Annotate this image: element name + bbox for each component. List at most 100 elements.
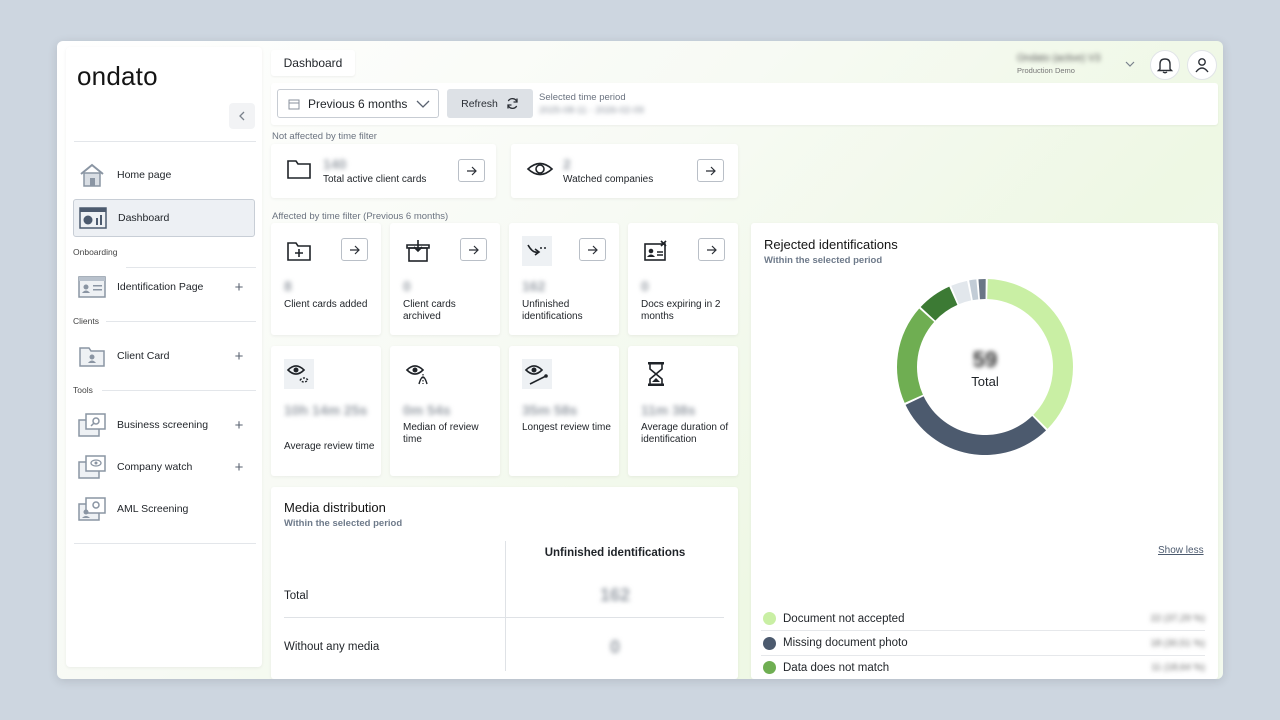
unfinished-icon — [522, 236, 552, 266]
refresh-button[interactable]: Refresh — [447, 89, 533, 118]
time-filter-bar: Previous 6 months Refresh Selected time … — [271, 83, 1218, 125]
average-review-time-card: 10h 14m 25s Average review time — [271, 346, 381, 476]
client-cards-archived-label: Client cards archived — [403, 299, 456, 322]
section-title-clients: Clients — [73, 316, 99, 326]
folder-plus-icon — [284, 236, 314, 266]
arrow-right-icon — [705, 166, 716, 175]
add-business-screening-button[interactable]: + — [229, 417, 249, 434]
open-client-cards-archived-button[interactable] — [460, 238, 487, 261]
sidebar-divider — [74, 141, 256, 142]
sidebar-collapse-button[interactable] — [229, 103, 255, 129]
sidebar-item-label: AML Screening — [117, 503, 189, 515]
donut-center: 59 Total — [945, 347, 1025, 389]
sidebar-item-dashboard[interactable]: Dashboard — [73, 199, 255, 237]
average-review-time-value: 10h 14m 25s — [284, 402, 368, 418]
open-client-cards-added-button[interactable] — [341, 238, 368, 261]
chevron-left-icon — [239, 111, 245, 121]
refresh-icon — [507, 98, 518, 109]
legend-color-dot — [763, 636, 776, 650]
arrow-right-icon — [706, 245, 717, 254]
open-watched-companies-button[interactable] — [697, 159, 724, 182]
donut-slice[interactable] — [905, 396, 1047, 455]
average-identification-duration-label: Average duration of identification — [641, 422, 729, 445]
sidebar-item-home[interactable]: Home page — [73, 156, 255, 194]
sidebar-item-label: Identification Page — [117, 281, 204, 293]
sidebar-item-client-card[interactable]: Client Card + — [73, 337, 255, 375]
doc-expiring-icon — [641, 236, 671, 266]
donut-slice[interactable] — [969, 279, 979, 301]
open-docs-expiring-button[interactable] — [698, 238, 725, 261]
media-row-without-media-value: 0 — [609, 637, 620, 657]
longest-review-time-card: 35m 58s Longest review time — [509, 346, 619, 476]
sidebar: ondato Home page Dashboard Onboarding Id… — [66, 47, 262, 667]
legend-label: Document not accepted — [783, 612, 905, 625]
user-icon — [1195, 58, 1209, 73]
id-page-icon — [77, 274, 107, 300]
arrow-right-icon — [349, 245, 360, 254]
add-client-card-button[interactable]: + — [229, 348, 249, 365]
sidebar-divider — [106, 321, 256, 322]
client-cards-added-label: Client cards added — [284, 299, 368, 310]
ondato-logo[interactable]: ondato — [77, 61, 158, 92]
sidebar-item-company-watch[interactable]: Company watch + — [73, 448, 255, 486]
period-select-value: Previous 6 months — [308, 96, 408, 111]
account-switcher[interactable]: Ondato (active) V3 Production Demo — [1017, 53, 1137, 81]
unfinished-identifications-card: 162 Unfinished identifications — [509, 223, 619, 335]
rejected-identifications-subtitle: Within the selected period — [764, 255, 883, 266]
media-row-total-value: 162 — [599, 585, 631, 605]
watched-companies-label: Watched companies — [563, 174, 654, 185]
user-menu-button[interactable] — [1187, 50, 1217, 80]
sidebar-item-label: Dashboard — [118, 212, 170, 224]
legend-value: 22 (37,29 %) — [1150, 613, 1205, 624]
media-row-total-label: Total — [284, 590, 309, 602]
sidebar-item-label: Company watch — [117, 461, 193, 473]
eye-icon — [526, 158, 554, 185]
rejected-identifications-panel: Rejected identifications Within the sele… — [751, 223, 1218, 679]
legend-row[interactable]: Data does not match 11 (18,64 %) — [761, 656, 1205, 679]
period-select[interactable]: Previous 6 months — [277, 89, 439, 118]
sidebar-item-business-screening[interactable]: Business screening + — [73, 406, 255, 444]
calendar-icon — [288, 99, 300, 109]
average-identification-duration-value: 11m 38s — [641, 402, 696, 418]
app-window: ondato Home page Dashboard Onboarding Id… — [57, 41, 1223, 679]
add-identification-page-button[interactable]: + — [229, 279, 249, 296]
legend-value: 11 (18,64 %) — [1151, 662, 1205, 674]
show-less-link[interactable]: Show less — [1158, 545, 1204, 556]
arrow-right-icon — [468, 245, 479, 254]
open-client-cards-button[interactable] — [458, 159, 485, 182]
donut-slice[interactable] — [897, 308, 935, 403]
average-identification-duration-card: 11m 38s Average duration of identificati… — [628, 346, 738, 476]
legend-row[interactable]: Document not accepted 22 (37,29 %) — [761, 607, 1205, 631]
bell-icon — [1156, 58, 1174, 74]
sidebar-item-label: Home page — [117, 169, 172, 181]
total-client-cards-label: Total active client cards — [323, 174, 427, 185]
open-unfinished-identifications-button[interactable] — [579, 238, 606, 261]
media-row-without-media-label: Without any media — [284, 641, 380, 653]
business-screening-icon — [77, 412, 107, 438]
account-environment: Production Demo — [1017, 66, 1075, 75]
unfinished-identifications-value: 162 — [522, 278, 546, 294]
account-name: Ondato (active) V3 — [1017, 53, 1101, 64]
sidebar-item-label: Client Card — [117, 350, 170, 362]
rejected-identifications-title: Rejected identifications — [764, 237, 898, 252]
company-watch-icon — [77, 454, 107, 480]
media-distribution-panel: Media distribution Within the selected p… — [271, 487, 738, 679]
client-card-icon — [77, 343, 107, 369]
selected-period-label: Selected time period — [539, 92, 626, 103]
sidebar-item-aml-screening[interactable]: AML Screening — [73, 490, 255, 528]
docs-expiring-card: 0 Docs expiring in 2 months — [628, 223, 738, 335]
watched-companies-card: 2 Watched companies — [511, 144, 738, 198]
notifications-button[interactable] — [1150, 50, 1180, 80]
legend-row[interactable]: Missing document photo 18 (30,51 %) — [761, 632, 1205, 656]
refresh-label: Refresh — [461, 97, 498, 110]
donut-slice[interactable] — [978, 279, 986, 300]
eye-clock-icon — [284, 359, 314, 389]
tab-dashboard[interactable]: Dashboard — [271, 50, 355, 76]
sidebar-item-identification-page[interactable]: Identification Page + — [73, 268, 255, 306]
folder-icon — [286, 158, 312, 185]
eye-longest-icon — [522, 359, 552, 389]
donut-total-value: 59 — [972, 347, 998, 372]
longest-review-time-value: 35m 58s — [522, 402, 578, 418]
legend-value: 18 (30,51 %) — [1150, 637, 1205, 649]
add-company-watch-button[interactable]: + — [229, 459, 249, 476]
